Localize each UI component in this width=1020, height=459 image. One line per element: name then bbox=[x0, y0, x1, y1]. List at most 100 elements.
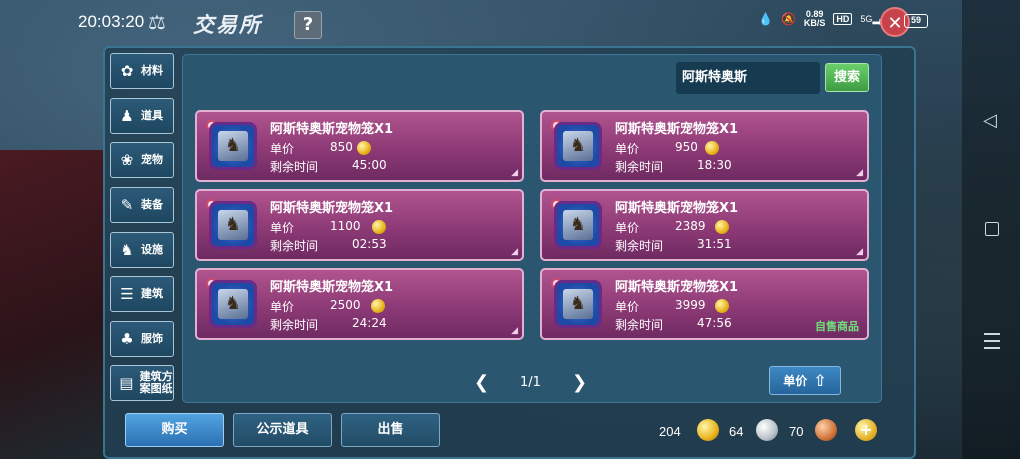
category-label: 宠物 bbox=[141, 153, 163, 166]
sell-button[interactable]: 出售 bbox=[341, 413, 440, 447]
unit-price-label: 单价 bbox=[615, 142, 640, 156]
help-button[interactable]: ? bbox=[294, 11, 322, 39]
category-label: 材料 bbox=[141, 64, 163, 77]
listing-name: 阿斯特奥斯宠物笼X1 bbox=[270, 280, 394, 295]
listing-name: 阿斯特奥斯宠物笼X1 bbox=[615, 201, 739, 216]
materials-icon: ✿ bbox=[120, 62, 134, 80]
gold-coin-icon bbox=[372, 220, 386, 234]
blueprint-icon: ▤ bbox=[119, 374, 134, 392]
display-items-button[interactable]: 公示道具 bbox=[233, 413, 332, 447]
unit-price-label: 单价 bbox=[270, 300, 295, 314]
page-title: 交易所 bbox=[193, 13, 262, 37]
corner-icon: ◢ bbox=[511, 168, 518, 178]
unit-price-label: 单价 bbox=[270, 221, 295, 235]
listing-card[interactable]: ♞ 阿斯特奥斯宠物笼X1 单价 2389 剩余时间 31:51 ◢ bbox=[540, 189, 869, 261]
listing-name: 阿斯特奥斯宠物笼X1 bbox=[270, 122, 394, 137]
category-facilities[interactable]: ♞ 设施 bbox=[110, 232, 174, 268]
category-materials[interactable]: ✿ 材料 bbox=[110, 53, 174, 89]
net-speed-unit: KB/S bbox=[803, 18, 826, 28]
sort-label: 单价 bbox=[783, 374, 808, 388]
pet-cage-icon: ♞ bbox=[209, 122, 257, 170]
unit-price-label: 单价 bbox=[615, 221, 640, 235]
equipment-icon: ✎ bbox=[120, 196, 134, 214]
hd-badge: HD bbox=[833, 13, 853, 25]
category-pets[interactable]: ❀ 宠物 bbox=[110, 142, 174, 178]
remaining-time-label: 剩余时间 bbox=[270, 239, 319, 253]
unit-price-label: 单价 bbox=[270, 142, 295, 156]
gold-coin-icon bbox=[357, 141, 371, 155]
background-scenery bbox=[0, 150, 104, 459]
remaining-time-label: 剩余时间 bbox=[615, 239, 664, 253]
status-bar: 20:03:20 ⚖ 交易所 ? 💧 🔕 0.89 KB/S HD 5G▂▄▆ … bbox=[0, 0, 1020, 44]
listing-time: 47:56 bbox=[697, 316, 732, 330]
pet-cage-icon: ♞ bbox=[554, 122, 602, 170]
listing-price: 2500 bbox=[330, 298, 361, 312]
listing-time: 02:53 bbox=[352, 237, 387, 251]
listing-card[interactable]: ♞ 阿斯特奥斯宠物笼X1 单价 2500 剩余时间 24:24 ◢ bbox=[195, 268, 524, 340]
add-currency-icon[interactable]: + bbox=[855, 419, 877, 441]
status-clock: 20:03:20 bbox=[78, 12, 145, 31]
category-equipment[interactable]: ✎ 装备 bbox=[110, 187, 174, 223]
prev-page-icon[interactable]: ❮ bbox=[474, 372, 489, 393]
home-nav-icon[interactable] bbox=[985, 222, 999, 236]
listing-card[interactable]: ♞ 阿斯特奥斯宠物笼X1 单价 950 剩余时间 18:30 ◢ bbox=[540, 110, 869, 182]
listing-name: 阿斯特奥斯宠物笼X1 bbox=[615, 280, 739, 295]
next-page-icon[interactable]: ❯ bbox=[572, 372, 587, 393]
category-label: 建筑方案图纸 bbox=[139, 370, 173, 395]
listing-time: 31:51 bbox=[697, 237, 732, 251]
gold-amount: 204 bbox=[659, 424, 681, 439]
silver-amount: 64 bbox=[729, 424, 744, 439]
search-button[interactable]: 搜索 bbox=[825, 63, 869, 92]
listing-price: 850 bbox=[330, 140, 353, 154]
listing-card[interactable]: ♞ 阿斯特奥斯宠物笼X1 单价 1100 剩余时间 02:53 ◢ bbox=[195, 189, 524, 261]
pet-paw-icon: ❀ bbox=[120, 151, 134, 169]
listing-price: 3999 bbox=[675, 298, 706, 312]
listing-name: 阿斯特奥斯宠物笼X1 bbox=[615, 122, 739, 137]
sort-arrow-icon: ⇧ bbox=[813, 371, 827, 390]
category-label: 建筑 bbox=[141, 287, 163, 300]
remaining-time-label: 剩余时间 bbox=[270, 318, 319, 332]
copper-coin-icon bbox=[815, 419, 837, 441]
listing-price: 1100 bbox=[330, 219, 361, 233]
pet-cage-icon: ♞ bbox=[209, 201, 257, 249]
listing-price: 950 bbox=[675, 140, 698, 154]
listing-card[interactable]: ♞ 阿斯特奥斯宠物笼X1 单价 3999 剩余时间 47:56 自售商品 bbox=[540, 268, 869, 340]
search-input[interactable]: 阿斯特奥斯 bbox=[676, 62, 820, 94]
listing-card[interactable]: ♞ 阿斯特奥斯宠物笼X1 单价 850 剩余时间 45:00 ◢ bbox=[195, 110, 524, 182]
gold-coin-icon bbox=[715, 220, 729, 234]
network-speed: 0.89 KB/S bbox=[804, 10, 826, 28]
clothing-icon: ♣ bbox=[120, 330, 134, 348]
listing-price: 2389 bbox=[675, 219, 706, 233]
gold-coin-icon bbox=[371, 299, 385, 313]
pet-cage-icon: ♞ bbox=[554, 201, 602, 249]
corner-icon: ◢ bbox=[856, 247, 863, 257]
drop-icon: 💧 bbox=[758, 12, 773, 26]
self-sale-badge: 自售商品 bbox=[815, 320, 859, 333]
back-nav-icon[interactable]: ◁ bbox=[983, 110, 997, 131]
listing-time: 24:24 bbox=[352, 316, 387, 330]
signal-label: 5G bbox=[860, 13, 873, 24]
category-clothing[interactable]: ♣ 服饰 bbox=[110, 321, 174, 357]
page-indicator: 1/1 bbox=[520, 375, 541, 390]
sort-by-price-button[interactable]: 单价 ⇧ bbox=[769, 366, 841, 395]
listing-name: 阿斯特奥斯宠物笼X1 bbox=[270, 201, 394, 216]
menu-nav-icon[interactable] bbox=[984, 333, 1000, 354]
items-icon: ♟ bbox=[120, 107, 134, 125]
category-buildings[interactable]: ☰ 建筑 bbox=[110, 276, 174, 312]
category-blueprints[interactable]: ▤ 建筑方案图纸 bbox=[110, 365, 174, 401]
listing-time: 18:30 bbox=[697, 158, 732, 172]
buy-button[interactable]: 购买 bbox=[125, 413, 224, 447]
category-label: 道具 bbox=[141, 109, 163, 122]
remaining-time-label: 剩余时间 bbox=[270, 160, 319, 174]
corner-icon: ◢ bbox=[856, 168, 863, 178]
category-label: 设施 bbox=[141, 243, 163, 256]
silver-coin-icon bbox=[756, 419, 778, 441]
gold-coin-icon bbox=[697, 419, 719, 441]
category-items[interactable]: ♟ 道具 bbox=[110, 98, 174, 134]
pet-cage-icon: ♞ bbox=[554, 280, 602, 328]
listing-time: 45:00 bbox=[352, 158, 387, 172]
corner-icon: ◢ bbox=[511, 326, 518, 336]
gold-coin-icon bbox=[705, 141, 719, 155]
facility-icon: ♞ bbox=[120, 241, 134, 259]
system-icons: 💧 🔕 0.89 KB/S HD 5G▂▄▆ bbox=[758, 10, 893, 28]
